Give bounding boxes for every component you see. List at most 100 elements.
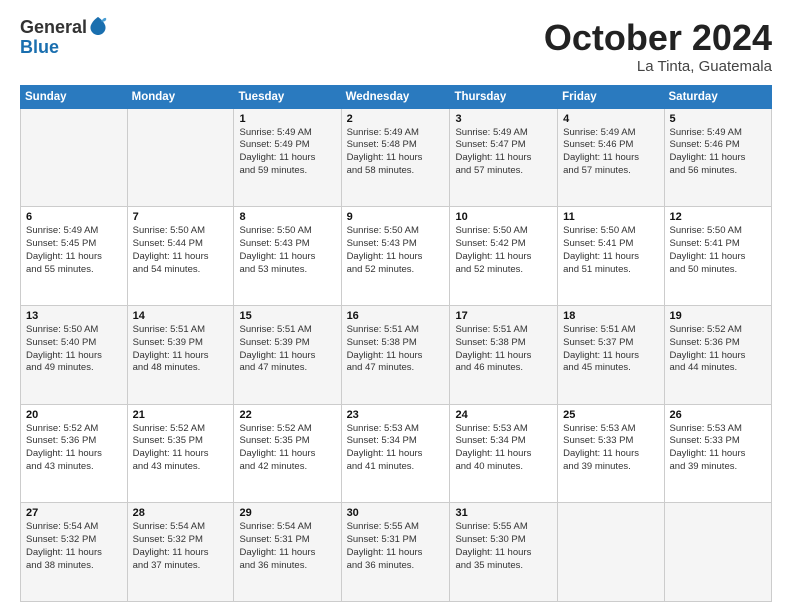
table-row: 14 Sunrise: 5:51 AMSunset: 5:39 PMDayligh…	[127, 305, 234, 404]
day-info: Sunrise: 5:52 AMSunset: 5:36 PMDaylight:…	[670, 324, 766, 375]
day-number: 14	[133, 310, 229, 322]
day-info: Sunrise: 5:52 AMSunset: 5:35 PMDaylight:…	[133, 423, 229, 474]
day-number: 26	[670, 409, 766, 421]
col-tuesday: Tuesday	[234, 85, 341, 108]
day-number: 20	[26, 409, 122, 421]
day-number: 17	[455, 310, 552, 322]
day-number: 1	[239, 113, 335, 125]
table-row: 23Sunrise: 5:53 AMSunset: 5:34 PMDayligh…	[341, 404, 450, 503]
table-row: 5 Sunrise: 5:49 AMSunset: 5:46 PMDaylight…	[664, 108, 771, 207]
day-number: 4	[563, 113, 658, 125]
day-info: Sunrise: 5:51 AMSunset: 5:38 PMDaylight:…	[347, 324, 445, 375]
day-number: 10	[455, 211, 552, 223]
day-number: 13	[26, 310, 122, 322]
day-info: Sunrise: 5:51 AMSunset: 5:39 PMDaylight:…	[239, 324, 335, 375]
calendar-week-row: 20 Sunrise: 5:52 AMSunset: 5:36 PMDayligh…	[21, 404, 772, 503]
table-row: 6 Sunrise: 5:49 AMSunset: 5:45 PMDaylight…	[21, 207, 128, 306]
day-info: Sunrise: 5:55 AMSunset: 5:31 PMDaylight:…	[347, 521, 445, 572]
day-info: Sunrise: 5:50 AMSunset: 5:41 PMDaylight:…	[563, 225, 658, 276]
day-number: 2	[347, 113, 445, 125]
table-row: 11 Sunrise: 5:50 AMSunset: 5:41 PMDayligh…	[558, 207, 664, 306]
col-sunday: Sunday	[21, 85, 128, 108]
day-info: Sunrise: 5:49 AMSunset: 5:48 PMDaylight:…	[347, 127, 445, 178]
calendar-week-row: 1 Sunrise: 5:49 AMSunset: 5:49 PMDaylight…	[21, 108, 772, 207]
col-thursday: Thursday	[450, 85, 558, 108]
day-number: 12	[670, 211, 766, 223]
table-row: 3 Sunrise: 5:49 AMSunset: 5:47 PMDaylight…	[450, 108, 558, 207]
table-row: 13 Sunrise: 5:50 AMSunset: 5:40 PMDayligh…	[21, 305, 128, 404]
col-monday: Monday	[127, 85, 234, 108]
day-number: 18	[563, 310, 658, 322]
day-info: Sunrise: 5:50 AMSunset: 5:43 PMDaylight:…	[347, 225, 445, 276]
day-info: Sunrise: 5:54 AMSunset: 5:32 PMDaylight:…	[26, 521, 122, 572]
table-row: 17 Sunrise: 5:51 AMSunset: 5:38 PMDayligh…	[450, 305, 558, 404]
day-info: Sunrise: 5:54 AMSunset: 5:31 PMDaylight:…	[239, 521, 335, 572]
day-info: Sunrise: 5:49 AMSunset: 5:46 PMDaylight:…	[670, 127, 766, 178]
day-info: Sunrise: 5:50 AMSunset: 5:41 PMDaylight:…	[670, 225, 766, 276]
day-number: 27	[26, 507, 122, 519]
day-info: Sunrise: 5:49 AMSunset: 5:47 PMDaylight:…	[455, 127, 552, 178]
calendar-week-row: 27 Sunrise: 5:54 AMSunset: 5:32 PMDayligh…	[21, 503, 772, 602]
day-number: 9	[347, 211, 445, 223]
day-info: Sunrise: 5:49 AMSunset: 5:49 PMDaylight:…	[239, 127, 335, 178]
day-number: 23	[347, 409, 445, 421]
day-number: 28	[133, 507, 229, 519]
table-row: 7Sunrise: 5:50 AMSunset: 5:44 PMDaylight…	[127, 207, 234, 306]
table-row: 19 Sunrise: 5:52 AMSunset: 5:36 PMDayligh…	[664, 305, 771, 404]
table-row	[21, 108, 128, 207]
table-row: 1 Sunrise: 5:49 AMSunset: 5:49 PMDaylight…	[234, 108, 341, 207]
day-info: Sunrise: 5:52 AMSunset: 5:35 PMDaylight:…	[239, 423, 335, 474]
day-number: 22	[239, 409, 335, 421]
table-row: 22 Sunrise: 5:52 AMSunset: 5:35 PMDayligh…	[234, 404, 341, 503]
page: General Blue October 2024 La Tinta, Guat…	[0, 0, 792, 612]
logo-bird-icon	[89, 15, 107, 37]
day-info: Sunrise: 5:51 AMSunset: 5:39 PMDaylight:…	[133, 324, 229, 375]
day-info: Sunrise: 5:49 AMSunset: 5:45 PMDaylight:…	[26, 225, 122, 276]
day-number: 30	[347, 507, 445, 519]
day-info: Sunrise: 5:49 AMSunset: 5:46 PMDaylight:…	[563, 127, 658, 178]
day-number: 25	[563, 409, 658, 421]
table-row: 15 Sunrise: 5:51 AMSunset: 5:39 PMDayligh…	[234, 305, 341, 404]
location: La Tinta, Guatemala	[544, 58, 772, 75]
day-info: Sunrise: 5:53 AMSunset: 5:34 PMDaylight:…	[455, 423, 552, 474]
logo-text: General Blue	[20, 18, 107, 58]
day-number: 24	[455, 409, 552, 421]
table-row: 26 Sunrise: 5:53 AMSunset: 5:33 PMDayligh…	[664, 404, 771, 503]
day-info: Sunrise: 5:50 AMSunset: 5:42 PMDaylight:…	[455, 225, 552, 276]
title-block: October 2024 La Tinta, Guatemala	[544, 18, 772, 75]
day-number: 29	[239, 507, 335, 519]
table-row: 24 Sunrise: 5:53 AMSunset: 5:34 PMDayligh…	[450, 404, 558, 503]
col-saturday: Saturday	[664, 85, 771, 108]
calendar-header-row: Sunday Monday Tuesday Wednesday Thursday…	[21, 85, 772, 108]
day-number: 15	[239, 310, 335, 322]
table-row: 18Sunrise: 5:51 AMSunset: 5:37 PMDayligh…	[558, 305, 664, 404]
day-number: 5	[670, 113, 766, 125]
day-number: 19	[670, 310, 766, 322]
calendar: Sunday Monday Tuesday Wednesday Thursday…	[20, 85, 772, 602]
logo-blue: Blue	[20, 38, 107, 58]
table-row: 21Sunrise: 5:52 AMSunset: 5:35 PMDayligh…	[127, 404, 234, 503]
day-info: Sunrise: 5:55 AMSunset: 5:30 PMDaylight:…	[455, 521, 552, 572]
day-number: 11	[563, 211, 658, 223]
day-info: Sunrise: 5:50 AMSunset: 5:44 PMDaylight:…	[133, 225, 229, 276]
day-number: 8	[239, 211, 335, 223]
logo: General Blue	[20, 18, 107, 58]
table-row: 16Sunrise: 5:51 AMSunset: 5:38 PMDayligh…	[341, 305, 450, 404]
table-row: 12 Sunrise: 5:50 AMSunset: 5:41 PMDayligh…	[664, 207, 771, 306]
day-info: Sunrise: 5:51 AMSunset: 5:38 PMDaylight:…	[455, 324, 552, 375]
logo-general: General	[20, 18, 87, 38]
table-row	[127, 108, 234, 207]
day-number: 6	[26, 211, 122, 223]
header: General Blue October 2024 La Tinta, Guat…	[20, 18, 772, 75]
table-row: 28Sunrise: 5:54 AMSunset: 5:32 PMDayligh…	[127, 503, 234, 602]
table-row: 4 Sunrise: 5:49 AMSunset: 5:46 PMDaylight…	[558, 108, 664, 207]
table-row: 27 Sunrise: 5:54 AMSunset: 5:32 PMDayligh…	[21, 503, 128, 602]
day-info: Sunrise: 5:50 AMSunset: 5:43 PMDaylight:…	[239, 225, 335, 276]
day-number: 31	[455, 507, 552, 519]
table-row	[558, 503, 664, 602]
calendar-week-row: 13 Sunrise: 5:50 AMSunset: 5:40 PMDayligh…	[21, 305, 772, 404]
day-info: Sunrise: 5:52 AMSunset: 5:36 PMDaylight:…	[26, 423, 122, 474]
day-info: Sunrise: 5:50 AMSunset: 5:40 PMDaylight:…	[26, 324, 122, 375]
day-info: Sunrise: 5:53 AMSunset: 5:33 PMDaylight:…	[670, 423, 766, 474]
day-number: 3	[455, 113, 552, 125]
